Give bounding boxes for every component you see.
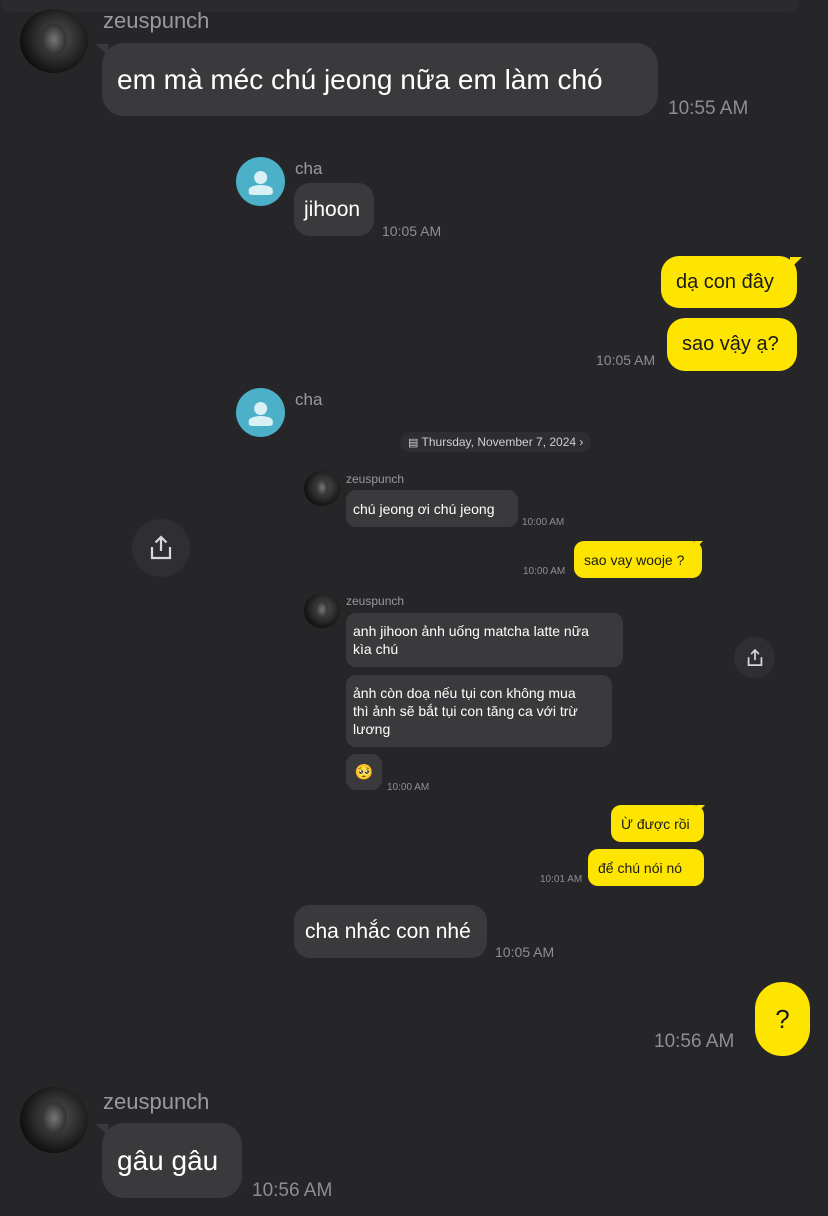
date-header[interactable]: ▤ Thursday, November 7, 2024 › (400, 432, 592, 452)
message-bubble[interactable]: ảnh còn doạ nếu tụi con không mua thì ản… (346, 675, 612, 747)
share-button[interactable] (132, 519, 190, 577)
message-bubble[interactable]: jihoon (294, 183, 374, 236)
share-button[interactable] (734, 637, 775, 678)
message-time: 10:05 AM (495, 944, 555, 960)
share-icon (150, 535, 172, 560)
message-text: để chú nói nó (598, 859, 683, 876)
message-text: em mà méc chú jeong nữa em làm chó (117, 63, 603, 95)
message-text-line: ảnh còn doạ nếu tụi con không mua (353, 685, 576, 701)
message-text: dạ con đây (676, 270, 774, 293)
message-time: 10:01 AM (540, 874, 583, 885)
sender-name: cha (295, 159, 323, 178)
date-text: Thursday, November 7, 2024 (421, 435, 577, 449)
default-avatar-icon (253, 401, 268, 416)
message-bubble[interactable]: 🥺 (346, 754, 382, 790)
avatar-cha[interactable] (236, 388, 285, 437)
message-text: jihoon (304, 197, 361, 221)
sender-name: zeuspunch (103, 8, 210, 33)
message-bubble[interactable]: sao vay wooje ? (574, 541, 702, 578)
avatar-zeuspunch[interactable] (304, 471, 340, 506)
message-bubble[interactable]: anh jihoon ảnh uống matcha latte nữa kìa… (346, 613, 623, 667)
sender-name: zeuspunch (346, 594, 405, 608)
message-bubble[interactable]: dạ con đây (661, 256, 797, 308)
message-bubble[interactable]: em mà méc chú jeong nữa em làm chó (102, 43, 658, 116)
avatar-zeuspunch[interactable] (304, 593, 340, 628)
message-text: sao vậy ạ? (682, 333, 779, 355)
share-icon (747, 648, 762, 666)
sender-name: cha (295, 390, 323, 409)
message-time: 10:00 AM (387, 782, 430, 793)
message-time: 10:56 AM (252, 1180, 333, 1201)
message-time: 10:55 AM (668, 98, 749, 119)
message-text: gâu gâu (117, 1144, 219, 1176)
message-bubble[interactable]: gâu gâu (102, 1123, 242, 1198)
emoji: 🥺 (354, 764, 374, 781)
message-text-line: lương (353, 721, 391, 737)
avatar-zeuspunch[interactable] (20, 9, 88, 73)
message-bubble[interactable]: cha nhắc con nhé (294, 905, 487, 958)
message-time: 10:00 AM (523, 566, 566, 577)
avatar-cha[interactable] (236, 157, 285, 206)
calendar-icon: ▤ (408, 437, 419, 449)
message-time: 10:56 AM (654, 1031, 735, 1052)
message-bubble[interactable]: sao vậy ạ? (667, 318, 797, 371)
avatar-zeuspunch[interactable] (20, 1087, 88, 1153)
sender-name: zeuspunch (346, 472, 405, 486)
message-text: chú jeong ơi chú jeong (353, 500, 495, 517)
message-text-line: thì ảnh sẽ bắt tụi con tăng ca với trừ (353, 703, 578, 719)
message-bubble[interactable]: ? (755, 982, 810, 1056)
message-text: ? (775, 1003, 790, 1034)
message-time: 10:05 AM (382, 223, 442, 239)
message-bubble[interactable]: chú jeong ơi chú jeong (346, 490, 518, 527)
message-text: Ừ được rồi (621, 815, 690, 832)
message-text: sao vay wooje ? (584, 551, 685, 568)
chevron-right-icon: › (579, 435, 584, 449)
sender-name: zeuspunch (103, 1089, 210, 1114)
message-time: 10:00 AM (522, 517, 565, 528)
message-bubble[interactable]: Ừ được rồi (611, 805, 704, 842)
message-text-line: kìa chú (353, 641, 399, 657)
message-bubble[interactable]: để chú nói nó (588, 849, 704, 886)
message-time: 10:05 AM (596, 352, 656, 368)
message-text-line: anh jihoon ảnh uống matcha latte nữa (353, 623, 589, 639)
message-text: cha nhắc con nhé (305, 919, 471, 943)
default-avatar-icon (253, 170, 268, 185)
